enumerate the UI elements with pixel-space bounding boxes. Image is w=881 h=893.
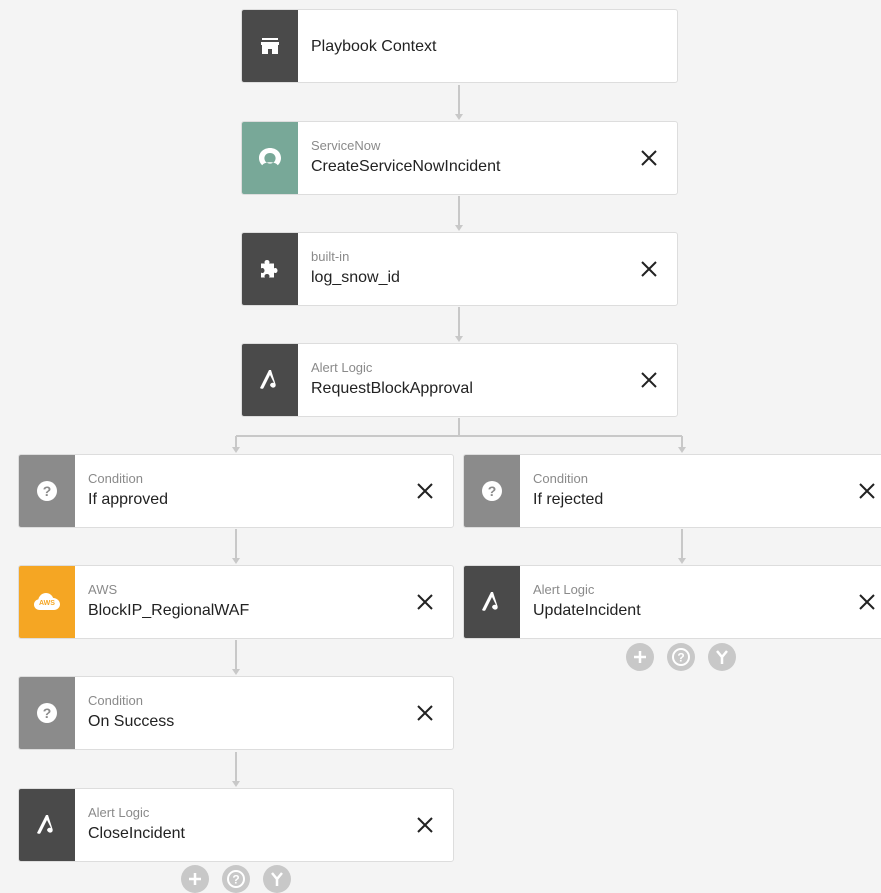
on-success-node[interactable]: ? Condition On Success: [18, 676, 454, 750]
close-icon[interactable]: [635, 144, 663, 172]
node-title: If approved: [88, 491, 169, 508]
store-icon: [242, 10, 298, 82]
servicenow-node[interactable]: ServiceNow CreateServiceNowIncident: [241, 121, 678, 195]
question-mark-icon: ?: [19, 455, 75, 527]
node-title: UpdateIncident: [533, 602, 641, 619]
block-ip-regional-waf-node[interactable]: AWS AWS BlockIP_RegionalWAF: [18, 565, 454, 639]
playbook-context-node[interactable]: Playbook Context: [241, 9, 678, 83]
question-circle-icon[interactable]: ?: [222, 865, 250, 893]
puzzle-piece-icon: [242, 233, 298, 305]
alert-logic-logo-icon: [464, 566, 520, 638]
question-mark-icon: ?: [464, 455, 520, 527]
aws-cloud-icon: AWS: [19, 566, 75, 638]
node-category: Condition: [88, 693, 143, 708]
close-icon[interactable]: [635, 255, 663, 283]
branch-circle-icon[interactable]: [708, 643, 736, 671]
svg-text:?: ?: [488, 483, 497, 499]
node-title: CreateServiceNowIncident: [311, 158, 501, 175]
node-category: Alert Logic: [88, 805, 150, 820]
question-circle-icon[interactable]: ?: [667, 643, 695, 671]
update-incident-node[interactable]: Alert Logic UpdateIncident: [463, 565, 881, 639]
node-title: log_snow_id: [311, 269, 400, 286]
close-icon[interactable]: [635, 366, 663, 394]
close-icon[interactable]: [411, 588, 439, 616]
node-category: ServiceNow: [311, 138, 381, 153]
if-approved-node[interactable]: ? Condition If approved: [18, 454, 454, 528]
node-title: BlockIP_RegionalWAF: [88, 602, 250, 619]
request-block-approval-node[interactable]: Alert Logic RequestBlockApproval: [241, 343, 678, 417]
close-icon[interactable]: [411, 699, 439, 727]
node-category: Alert Logic: [311, 360, 373, 375]
alert-logic-logo-icon: [242, 344, 298, 416]
node-title: If rejected: [533, 491, 604, 508]
builtin-node[interactable]: built-in log_snow_id: [241, 232, 678, 306]
svg-text:?: ?: [232, 873, 239, 887]
close-icon[interactable]: [853, 588, 881, 616]
close-incident-node[interactable]: Alert Logic CloseIncident: [18, 788, 454, 862]
plus-circle-icon[interactable]: [181, 865, 209, 893]
node-category: Condition: [88, 471, 143, 486]
close-icon[interactable]: [411, 811, 439, 839]
servicenow-logo-icon: [242, 122, 298, 194]
node-title: Playbook Context: [311, 38, 437, 55]
node-category: AWS: [88, 582, 118, 597]
close-icon[interactable]: [411, 477, 439, 505]
alert-logic-logo-icon: [19, 789, 75, 861]
node-title: RequestBlockApproval: [311, 380, 473, 397]
node-category: built-in: [311, 249, 350, 264]
svg-text:?: ?: [43, 705, 52, 721]
aws-icon-label: AWS: [39, 600, 55, 607]
svg-text:?: ?: [677, 651, 684, 665]
if-rejected-node[interactable]: ? Condition If rejected: [463, 454, 881, 528]
question-mark-icon: ?: [19, 677, 75, 749]
node-title: On Success: [88, 713, 175, 730]
node-category: Condition: [533, 471, 588, 486]
svg-text:?: ?: [43, 483, 52, 499]
node-title: CloseIncident: [88, 825, 185, 842]
close-icon[interactable]: [853, 477, 881, 505]
plus-circle-icon[interactable]: [626, 643, 654, 671]
node-category: Alert Logic: [533, 582, 595, 597]
branch-circle-icon[interactable]: [263, 865, 291, 893]
